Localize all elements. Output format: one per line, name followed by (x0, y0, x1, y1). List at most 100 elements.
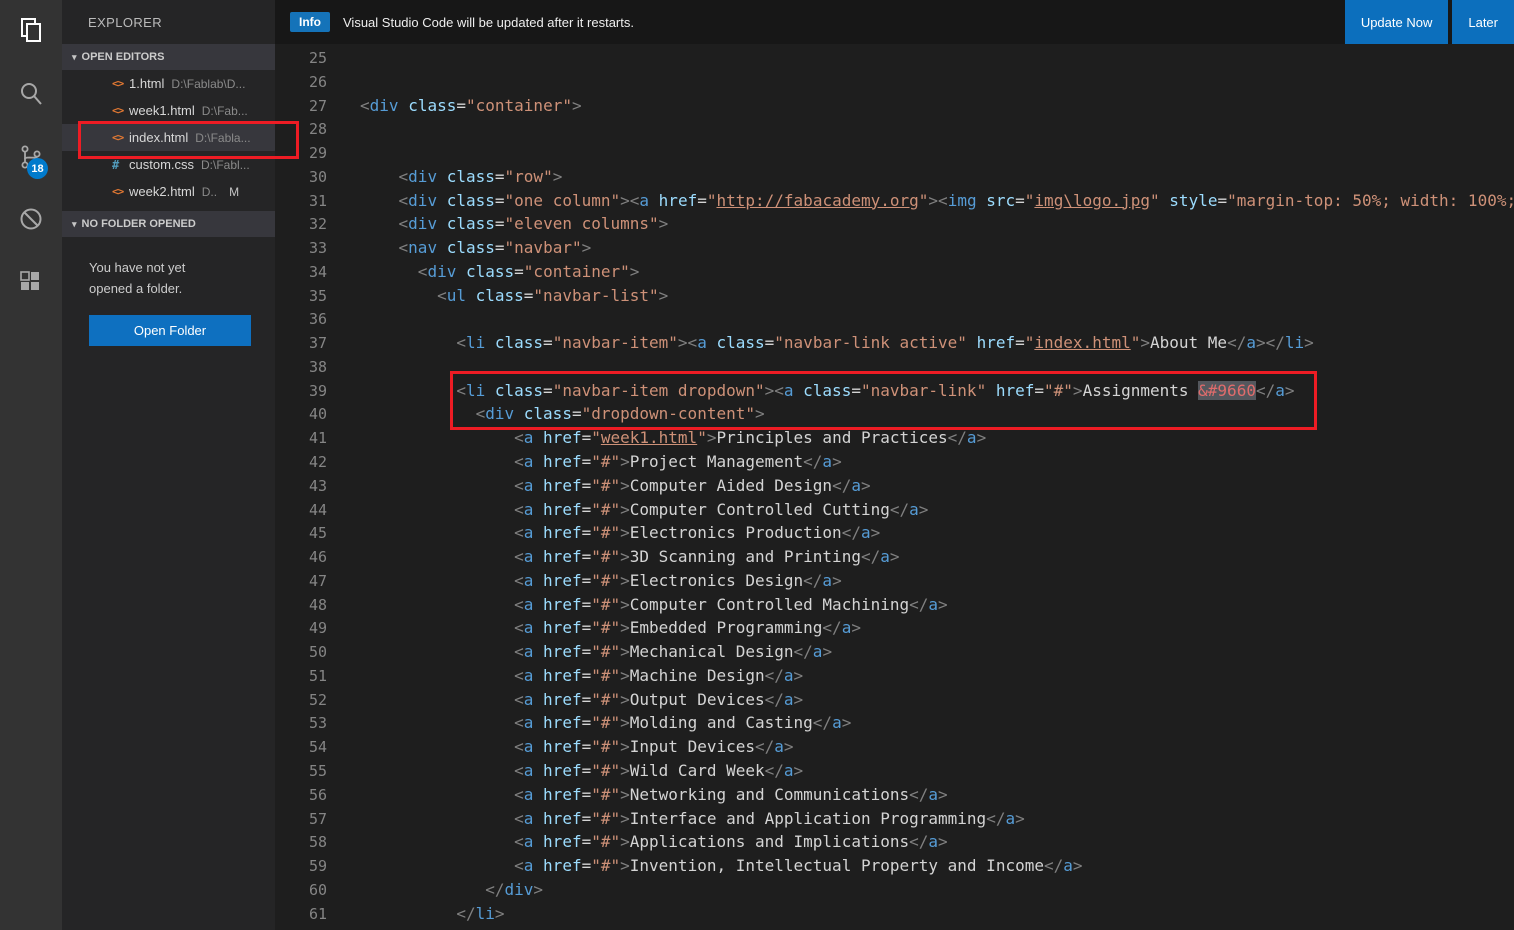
explorer-icon[interactable] (17, 16, 45, 44)
code-line[interactable]: 27 <div class="container"> (275, 94, 1514, 118)
code-line[interactable]: 44 <a href="#">Computer Controlled Cutti… (275, 498, 1514, 522)
line-number: 48 (308, 595, 327, 614)
line-number: 27 (308, 96, 327, 115)
code-line[interactable]: 60 </div> (275, 878, 1514, 902)
code-line[interactable]: 38 (275, 355, 1514, 379)
line-number: 54 (308, 738, 327, 757)
line-number: 29 (308, 144, 327, 163)
code-line[interactable]: 45 <a href="#">Electronics Production</a… (275, 521, 1514, 545)
code-line[interactable]: 36 (275, 307, 1514, 331)
code-line[interactable]: 49 <a href="#">Embedded Programming</a> (275, 616, 1514, 640)
line-number: 44 (308, 500, 327, 519)
code-line[interactable]: 39 <li class="navbar-item dropdown"><a c… (275, 379, 1514, 403)
code-line[interactable]: 47 <a href="#">Electronics Design</a> (275, 569, 1514, 593)
line-number: 43 (308, 476, 327, 495)
code-line[interactable]: 42 <a href="#">Project Management</a> (275, 450, 1514, 474)
editor-pane[interactable]: 25 26 27 <div class="container"> 28 29 30 <div… (275, 0, 1514, 930)
code-line[interactable]: 55 <a href="#">Wild Card Week</a> (275, 759, 1514, 783)
open-editor-item-index[interactable]: <> index.html D:\Fabla... (62, 124, 275, 151)
open-folder-button[interactable]: Open Folder (89, 315, 251, 346)
code-line[interactable]: 30 <div class="row"> (275, 165, 1514, 189)
code-line[interactable]: 51 <a href="#">Machine Design</a> (275, 664, 1514, 688)
code-line[interactable]: 26 (275, 70, 1514, 94)
line-number: 37 (308, 334, 327, 353)
line-number: 25 (308, 49, 327, 67)
code-line[interactable]: 59 <a href="#">Invention, Intellectual P… (275, 854, 1514, 878)
open-editors-list: <> 1.html D:\Fablab\D... <> week1.html D… (62, 70, 275, 205)
no-folder-message: You have not yet opened a folder. (89, 260, 186, 296)
explorer-sidebar: EXPLORER ▾ OPEN EDITORS <> 1.html D:\Fab… (62, 0, 275, 930)
open-editor-item-customcss[interactable]: # custom.css D:\Fabl... (62, 151, 275, 178)
line-number: 53 (308, 714, 327, 733)
line-number: 61 (308, 904, 327, 923)
code-line[interactable]: 52 <a href="#">Output Devices</a> (275, 688, 1514, 712)
chevron-down-icon: ▾ (72, 51, 77, 62)
code-line[interactable]: 46 <a href="#">3D Scanning and Printing<… (275, 545, 1514, 569)
open-editor-item-week2[interactable]: <> week2.html D.. M (62, 178, 275, 205)
code-line[interactable]: 48 <a href="#">Computer Controlled Machi… (275, 593, 1514, 617)
code-line[interactable]: 34 <div class="container"> (275, 260, 1514, 284)
code-line[interactable]: 43 <a href="#">Computer Aided Design</a> (275, 474, 1514, 498)
code-line[interactable]: 56 <a href="#">Networking and Communicat… (275, 783, 1514, 807)
code-line[interactable]: 31 <div class="one column"><a href="http… (275, 189, 1514, 213)
line-number: 30 (308, 167, 327, 186)
line-number: 42 (308, 453, 327, 472)
code-line[interactable]: 29 (275, 141, 1514, 165)
notification-message: Visual Studio Code will be updated after… (343, 14, 634, 30)
html-file-icon: <> (112, 131, 124, 144)
code-line[interactable]: 53 <a href="#">Molding and Casting</a> (275, 711, 1514, 735)
html-file-icon: <> (112, 185, 124, 198)
line-number: 56 (308, 785, 327, 804)
line-number: 36 (308, 310, 327, 329)
open-editor-item-week1[interactable]: <> week1.html D:\Fab... (62, 97, 275, 124)
line-number: 55 (308, 761, 327, 780)
line-number: 58 (308, 833, 327, 852)
code-line[interactable]: 35 <ul class="navbar-list"> (275, 284, 1514, 308)
later-button[interactable]: Later (1452, 0, 1514, 44)
code-line[interactable]: 32 <div class="eleven columns"> (275, 212, 1514, 236)
code-line[interactable]: 61 </li> (275, 902, 1514, 926)
code-line[interactable]: 28 (275, 117, 1514, 141)
line-number: 28 (308, 120, 327, 139)
line-number: 52 (308, 690, 327, 709)
update-notification: Info Visual Studio Code will be updated … (275, 0, 1514, 44)
line-number: 31 (308, 191, 327, 210)
code-line[interactable]: 54 <a href="#">Input Devices</a> (275, 735, 1514, 759)
code-line[interactable]: 33 <nav class="navbar"> (275, 236, 1514, 260)
line-number: 35 (308, 286, 327, 305)
html-file-icon: <> (112, 77, 124, 90)
open-editor-item-1html[interactable]: <> 1.html D:\Fablab\D... (62, 70, 275, 97)
line-number: 49 (308, 619, 327, 638)
open-editors-header[interactable]: ▾ OPEN EDITORS (62, 44, 275, 70)
modified-badge: M (229, 184, 240, 199)
no-folder-header[interactable]: ▾ NO FOLDER OPENED (62, 211, 275, 237)
activity-bar: 18 (0, 0, 62, 930)
line-number: 47 (308, 571, 327, 590)
line-number: 39 (308, 381, 327, 400)
debug-icon[interactable] (17, 205, 45, 233)
code-area[interactable]: 25 26 27 <div class="container"> 28 29 30 <div… (275, 46, 1514, 925)
chevron-down-icon: ▾ (72, 218, 77, 229)
sidebar-title: EXPLORER (88, 15, 163, 30)
code-line[interactable]: 58 <a href="#">Applications and Implicat… (275, 830, 1514, 854)
line-number: 38 (308, 357, 327, 376)
code-line[interactable]: 50 <a href="#">Mechanical Design</a> (275, 640, 1514, 664)
update-now-button[interactable]: Update Now (1344, 0, 1449, 44)
line-number: 45 (308, 524, 327, 543)
search-icon[interactable] (17, 80, 45, 108)
code-line[interactable]: 41 <a href="week1.html">Principles and P… (275, 426, 1514, 450)
line-number: 34 (308, 262, 327, 281)
css-file-icon: # (112, 157, 119, 172)
code-line[interactable]: 57 <a href="#">Interface and Application… (275, 807, 1514, 831)
line-number: 60 (308, 880, 327, 899)
line-number: 50 (308, 643, 327, 662)
extensions-icon[interactable] (17, 268, 45, 296)
open-editors-label: OPEN EDITORS (81, 51, 165, 63)
source-control-icon[interactable]: 18 (17, 143, 48, 179)
code-line[interactable]: 40 <div class="dropdown-content"> (275, 402, 1514, 426)
code-line[interactable]: 37 <li class="navbar-item"><a class="nav… (275, 331, 1514, 355)
line-number: 46 (308, 548, 327, 567)
line-number: 41 (308, 429, 327, 448)
code-line[interactable]: 25 (275, 46, 1514, 70)
info-badge: Info (290, 12, 330, 32)
